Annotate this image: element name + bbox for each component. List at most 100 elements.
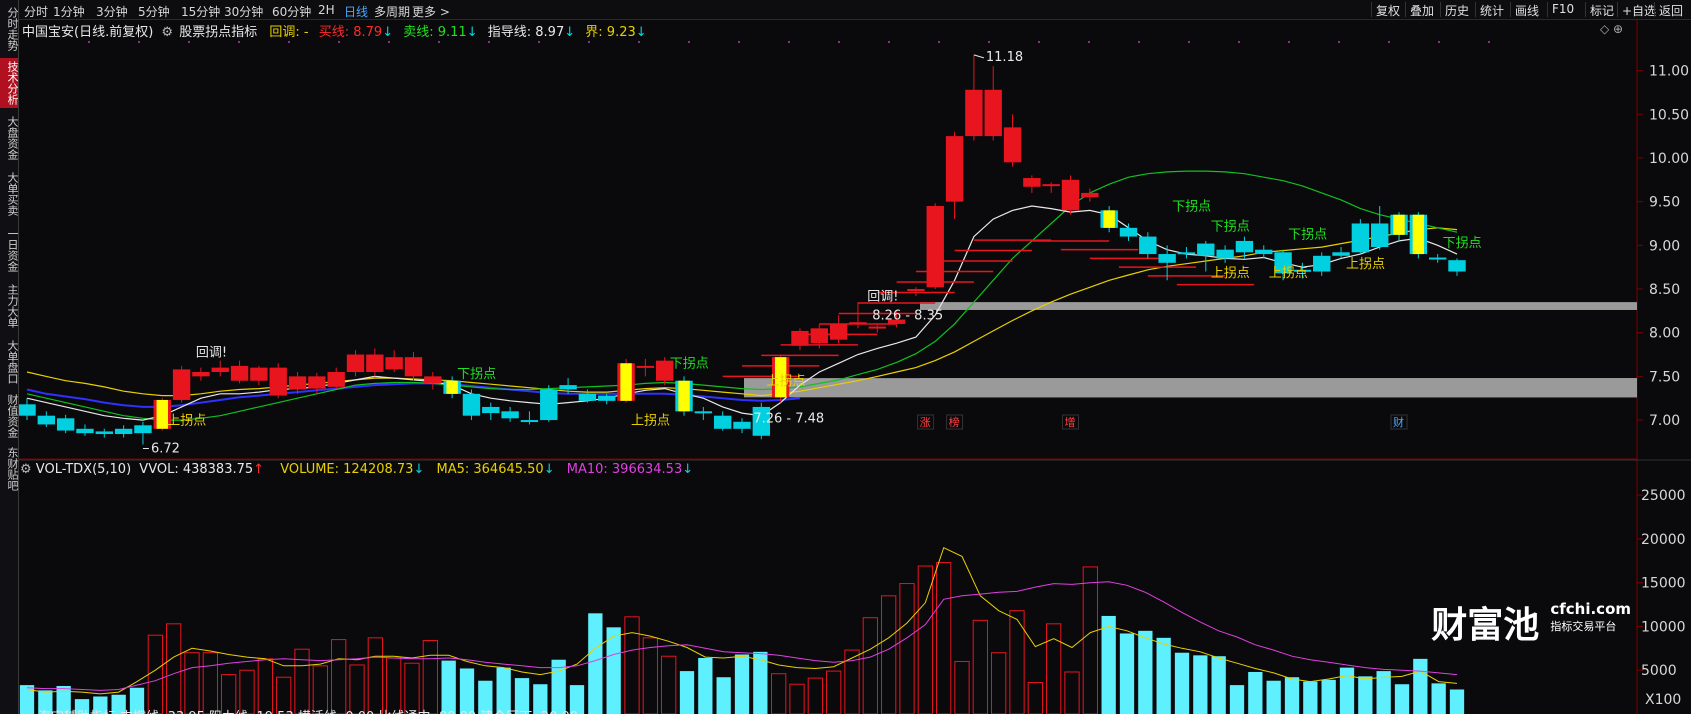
watermark-logo: 财富池 cfchi.com 指标交易平台 bbox=[1431, 596, 1631, 648]
support-band bbox=[744, 378, 1637, 398]
volume-bar bbox=[1266, 680, 1281, 714]
toolbar-right-6[interactable]: 标记 bbox=[1590, 2, 1614, 19]
toolbar-right-0[interactable]: 复权 bbox=[1376, 2, 1400, 19]
volume-bar bbox=[166, 623, 182, 714]
candle-body bbox=[1428, 257, 1447, 260]
toolbar-right-8[interactable]: 返回 bbox=[1659, 2, 1683, 19]
top-marker-dot bbox=[688, 41, 690, 43]
toolbar-right-3[interactable]: 统计 bbox=[1480, 2, 1504, 19]
period-tab-1[interactable]: 1分钟 bbox=[53, 3, 85, 20]
top-marker-dot bbox=[588, 41, 590, 43]
toolbar-right-4[interactable]: 画线 bbox=[1515, 2, 1539, 19]
period-tab-8[interactable]: 日线 bbox=[344, 3, 368, 20]
zone-lower-label: 7.26 - 7.48 bbox=[753, 412, 824, 427]
top-marker-dot bbox=[1388, 41, 1390, 43]
yellow-signal-body bbox=[1393, 214, 1405, 235]
volume-bar bbox=[1119, 633, 1135, 714]
vol-axis-label: 20000 bbox=[1641, 532, 1686, 548]
candle-body bbox=[482, 406, 500, 414]
volume-bar bbox=[1413, 658, 1428, 714]
volume-bar bbox=[661, 655, 677, 714]
volume-bar bbox=[1449, 689, 1465, 714]
toolbar-right-2[interactable]: 历史 bbox=[1445, 2, 1469, 19]
left-tab-5[interactable]: 主力大单 bbox=[0, 280, 19, 332]
volume-bar bbox=[367, 637, 383, 714]
candle-body bbox=[926, 206, 944, 288]
period-tab-0[interactable]: 分时 bbox=[24, 3, 48, 20]
volume-bar bbox=[1321, 679, 1336, 714]
down-turn-label: 下拐点 bbox=[1211, 219, 1250, 234]
candle-body bbox=[327, 372, 345, 387]
toolbar-separator bbox=[1405, 2, 1406, 17]
period-tab-9[interactable]: 多周期 bbox=[374, 3, 410, 20]
candle-body bbox=[1003, 127, 1022, 163]
volume-bar bbox=[331, 639, 347, 714]
up-turn-label: 上拐点 bbox=[1211, 266, 1250, 281]
top-marker-dot bbox=[338, 41, 340, 43]
yellow-signal-body bbox=[620, 363, 632, 401]
price-axis-label: 8.50 bbox=[1649, 282, 1680, 298]
left-tab-8[interactable]: 东财贴吧 bbox=[0, 444, 19, 494]
volume-bar bbox=[1174, 652, 1190, 714]
volume-bar bbox=[881, 595, 897, 714]
high-pointer bbox=[973, 54, 985, 59]
volume-bar bbox=[771, 673, 787, 714]
toolbar-right-7[interactable]: +自选 bbox=[1622, 2, 1656, 19]
volume-bar bbox=[1229, 685, 1245, 714]
toolbar-separator bbox=[1585, 2, 1586, 17]
top-marker-dot bbox=[88, 41, 90, 43]
top-marker-dot bbox=[1438, 41, 1440, 43]
top-marker-dot bbox=[1488, 41, 1490, 43]
yellow-signal-body bbox=[1103, 210, 1115, 228]
candle-body bbox=[984, 89, 1002, 137]
candle-body bbox=[945, 136, 964, 202]
candle-body bbox=[636, 365, 655, 368]
period-tab-4[interactable]: 15分钟 bbox=[181, 3, 220, 20]
candle-body bbox=[192, 372, 210, 377]
period-tab-6[interactable]: 60分钟 bbox=[272, 3, 311, 20]
volume-bar bbox=[1358, 676, 1373, 714]
left-tab-0[interactable]: 分时走势 bbox=[0, 4, 19, 54]
up-turn-label: 上拐点 bbox=[766, 374, 805, 389]
candle-body bbox=[965, 89, 983, 137]
candle-body bbox=[424, 376, 442, 384]
toolbar-right-1[interactable]: 叠加 bbox=[1410, 2, 1434, 19]
candle-body bbox=[849, 322, 867, 325]
period-tab-10[interactable]: 更多 > bbox=[412, 3, 450, 20]
volume-bar bbox=[734, 654, 750, 714]
price-axis-label: 11.00 bbox=[1649, 64, 1689, 80]
period-tab-2[interactable]: 3分钟 bbox=[96, 3, 128, 20]
volume-bar bbox=[147, 634, 163, 714]
top-marker-dot bbox=[1288, 41, 1290, 43]
left-tab-6[interactable]: 大单盘口 bbox=[0, 336, 19, 388]
left-tab-3[interactable]: 大单买卖 bbox=[0, 168, 19, 220]
support-band bbox=[920, 302, 1637, 310]
candle-body bbox=[346, 354, 365, 372]
down-turn-label: 下拐点 bbox=[670, 357, 709, 372]
period-tab-5[interactable]: 30分钟 bbox=[224, 3, 263, 20]
volume-bar bbox=[698, 657, 713, 714]
top-marker-dot bbox=[288, 41, 290, 43]
top-marker-dot bbox=[238, 41, 240, 43]
top-marker-dot bbox=[1088, 41, 1090, 43]
yellow-signal-body bbox=[446, 380, 458, 394]
volume-bar bbox=[1211, 656, 1226, 714]
toolbar-right-5[interactable]: F10 bbox=[1552, 2, 1574, 16]
period-tab-7[interactable]: 2H bbox=[318, 3, 335, 17]
left-tab-2[interactable]: 大盘资金 bbox=[0, 112, 19, 164]
down-turn-label: 下拐点 bbox=[1288, 227, 1327, 242]
left-tab-4[interactable]: 一日资金 bbox=[0, 224, 19, 276]
volume-bar bbox=[1064, 671, 1080, 714]
candle-body bbox=[404, 357, 423, 377]
up-turn-label: 上拐点 bbox=[1269, 266, 1308, 281]
volume-bar bbox=[588, 613, 603, 714]
event-marker: 财 bbox=[1393, 415, 1404, 429]
candle-body bbox=[598, 395, 616, 401]
candle-body bbox=[1139, 236, 1157, 255]
candle-body bbox=[19, 404, 36, 416]
left-tab-7[interactable]: 财值资金 bbox=[0, 392, 19, 440]
period-tab-3[interactable]: 5分钟 bbox=[138, 3, 170, 20]
top-marker-dot bbox=[1238, 41, 1240, 43]
volume-bar bbox=[1027, 681, 1043, 714]
left-tab-1[interactable]: 技术分析 bbox=[0, 58, 19, 108]
